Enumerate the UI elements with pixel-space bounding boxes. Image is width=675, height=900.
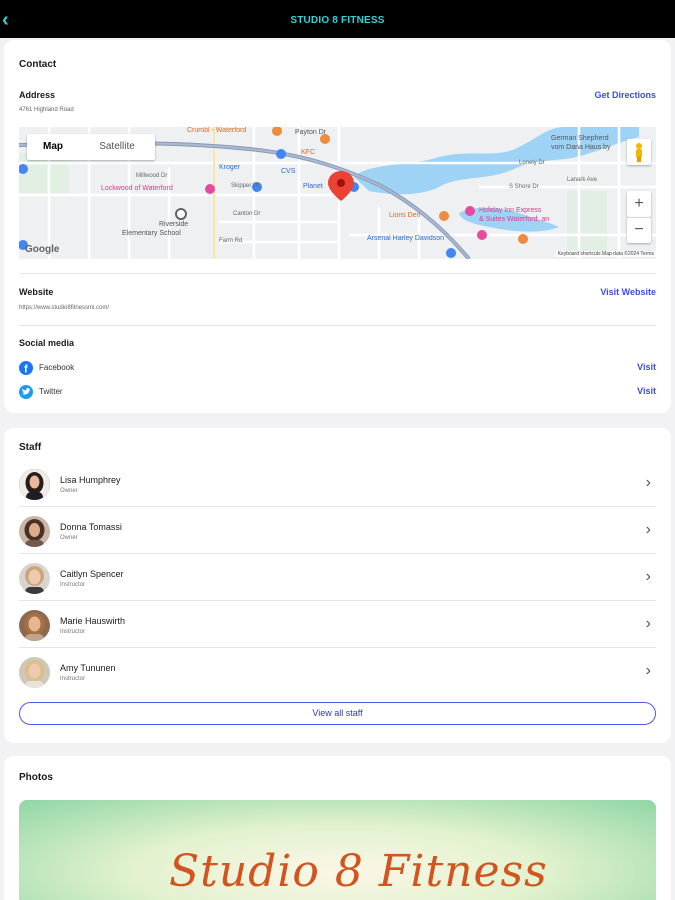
map-label: Kroger [219, 164, 241, 171]
twitter-label: Twitter [39, 387, 63, 396]
staff-name: Amy Tununen [60, 663, 116, 673]
zoom-out-button[interactable]: − [627, 217, 651, 243]
view-all-staff-button[interactable]: View all staff [19, 702, 656, 725]
staff-role: Instructor [60, 582, 86, 588]
staff-role: Instructor [60, 629, 86, 635]
avatar [19, 610, 50, 641]
staff-card: Staff Lisa Humphrey Owner › Donna Tomass… [4, 428, 671, 743]
google-logo: Google [25, 244, 60, 255]
facebook-icon: f [19, 361, 33, 376]
map-label: CVS [281, 168, 296, 175]
map-label: Millwood Dr [136, 173, 168, 179]
top-bar: ‹ STUDIO 8 FITNESS [0, 0, 675, 40]
photos-title: Photos [19, 772, 53, 783]
map-label: S Shore Dr [509, 184, 539, 190]
staff-row-marie-hauswirth[interactable]: Marie Hauswirth Instructor › [19, 601, 656, 648]
map-type-tabs: Map Satellite [27, 134, 155, 160]
visit-website-link[interactable]: Visit Website [600, 287, 656, 297]
map-label: Canton Dr [233, 211, 261, 217]
map-label: Farm Rd [219, 238, 243, 244]
chevron-right-icon: › [645, 615, 651, 632]
staff-row-lisa-humphrey[interactable]: Lisa Humphrey Owner › [19, 460, 656, 507]
get-directions-link[interactable]: Get Directions [594, 90, 656, 100]
map-label: Holiday Inn Express [479, 207, 542, 214]
map-tab-satellite[interactable]: Satellite [79, 134, 155, 160]
twitter-visit-link[interactable]: Visit [637, 386, 656, 396]
staff-name: Lisa Humphrey [60, 475, 121, 485]
map-label: Lions Den [389, 212, 421, 219]
chevron-right-icon: › [645, 568, 651, 585]
map-label: & Suites Waterford, an [479, 216, 550, 223]
map-label: Riverside [159, 221, 189, 228]
staff-name: Marie Hauswirth [60, 616, 126, 626]
divider [19, 325, 656, 326]
svg-text:f: f [24, 364, 28, 376]
website-label: Website [19, 287, 54, 297]
address-value: 4761 Highland Road [19, 107, 74, 113]
map-attribution[interactable]: Keyboard shortcuts Map data ©2024 Terms [555, 251, 656, 257]
website-value: https://www.studio8fitnessmi.com/ [19, 305, 110, 311]
map-label: Elementary School [122, 230, 181, 237]
street-view-button[interactable] [627, 139, 651, 165]
map-label: Payton Dr [295, 129, 327, 136]
staff-title: Staff [19, 442, 42, 453]
map-label: German Shepherd [551, 135, 609, 142]
social-media-label: Social media [19, 338, 75, 348]
pegman-icon [636, 143, 642, 162]
map-label: Lonely Dr [519, 160, 545, 166]
photos-card: Photos Studio 8 Fitness [4, 756, 671, 900]
map-label: Lanark Ave [567, 177, 597, 183]
avatar [19, 657, 50, 688]
staff-row-donna-tomassi[interactable]: Donna Tomassi Owner › [19, 507, 656, 554]
staff-name: Caitlyn Spencer [60, 569, 124, 579]
chevron-right-icon: › [645, 521, 651, 538]
chevron-right-icon: › [645, 662, 651, 679]
chevron-right-icon: › [645, 474, 651, 491]
staff-role: Instructor [60, 676, 86, 682]
staff-name: Donna Tomassi [60, 522, 122, 532]
avatar [19, 563, 50, 594]
photo-logo-text: Studio 8 Fitness [169, 846, 548, 897]
map-label: Lockwood of Waterford [101, 185, 173, 192]
staff-role: Owner [60, 488, 78, 494]
map-tab-map[interactable]: Map [27, 134, 79, 160]
avatar [19, 516, 50, 547]
map-label: Crumbl - Waterford [187, 127, 247, 134]
twitter-icon [19, 385, 33, 399]
staff-row-amy-tununen[interactable]: Amy Tununen Instructor › [19, 648, 656, 695]
map-label: KFC [301, 149, 315, 156]
contact-card: Contact Address 4761 Highland Road Get D… [4, 40, 671, 413]
avatar [19, 469, 50, 500]
facebook-label: Facebook [39, 363, 75, 372]
facebook-visit-link[interactable]: Visit [637, 362, 656, 372]
zoom-in-button[interactable]: + [627, 191, 651, 217]
page-content[interactable]: Contact Address 4761 Highland Road Get D… [0, 38, 675, 900]
studio-photo[interactable]: Studio 8 Fitness [19, 800, 656, 900]
divider [19, 273, 656, 274]
map-label: Skipper Dr [231, 183, 260, 189]
map[interactable]: Crumbl - Waterford Payton Dr German Shep… [19, 127, 656, 259]
map-label: vom Dana Haus by [551, 144, 611, 151]
map-label: Planet [303, 183, 323, 190]
page-title: STUDIO 8 FITNESS [290, 15, 385, 26]
address-label: Address [19, 90, 56, 100]
staff-row-caitlyn-spencer[interactable]: Caitlyn Spencer Instructor › [19, 554, 656, 601]
map-label: Arsenal Harley Davidson [367, 235, 445, 242]
contact-title: Contact [19, 59, 57, 70]
staff-role: Owner [60, 535, 78, 541]
